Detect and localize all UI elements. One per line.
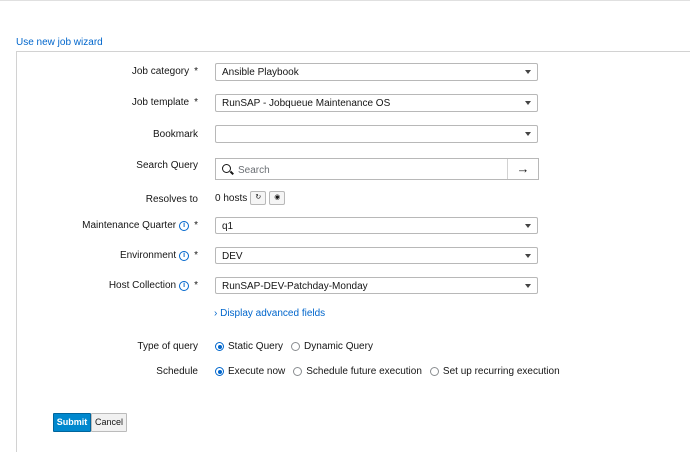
maintenance-quarter-label: Maintenance Quarter i *	[82, 220, 198, 231]
use-new-job-wizard-link[interactable]: Use new job wizard	[16, 37, 103, 48]
required-marker: *	[194, 220, 198, 231]
radio-dynamic-query[interactable]: Dynamic Query	[291, 341, 373, 352]
host-collection-label: Host Collection i *	[109, 280, 198, 291]
environment-select[interactable]: DEV	[215, 247, 538, 264]
chevron-down-icon	[525, 132, 531, 136]
info-icon[interactable]: i	[179, 220, 190, 231]
required-marker: *	[194, 250, 198, 261]
radio-execute-now[interactable]: Execute now	[215, 366, 285, 377]
chevron-down-icon	[525, 101, 531, 105]
type-of-query-radio-group: Static Query Dynamic Query	[215, 341, 381, 352]
top-divider	[0, 0, 690, 1]
required-marker: *	[194, 97, 198, 108]
radio-label: Static Query	[228, 341, 284, 352]
info-icon[interactable]: i	[179, 250, 190, 261]
radio-static-query[interactable]: Static Query	[215, 341, 283, 352]
job-category-select[interactable]: Ansible Playbook	[215, 63, 538, 81]
resolves-to-label-text: Resolves to	[145, 194, 198, 205]
schedule-label-text: Schedule	[156, 366, 198, 377]
radio-recurring[interactable]: Set up recurring execution	[429, 366, 560, 377]
job-category-value: Ansible Playbook	[222, 67, 299, 78]
environment-label: Environment i *	[120, 250, 198, 261]
job-category-label: Job category *	[132, 66, 198, 77]
search-query-box: →	[215, 158, 539, 180]
host-collection-select[interactable]: RunSAP-DEV-Patchday-Monday	[215, 277, 538, 294]
required-marker: *	[194, 66, 198, 77]
display-advanced-fields-link[interactable]: › Display advanced fields	[214, 308, 325, 319]
radio-button[interactable]	[293, 367, 303, 376]
radio-button[interactable]	[429, 367, 439, 376]
environment-label-text: Environment	[119, 250, 177, 261]
host-collection-label-text: Host Collection	[108, 280, 177, 291]
chevron-down-icon	[525, 254, 531, 258]
radio-label: Dynamic Query	[304, 341, 373, 352]
schedule-label: Schedule	[156, 366, 198, 377]
job-template-label-text: Job template	[131, 97, 190, 108]
chevron-down-icon	[525, 284, 531, 288]
radio-label: Set up recurring execution	[442, 366, 560, 377]
radio-button-checked[interactable]	[215, 342, 224, 351]
search-query-label: Search Query	[136, 160, 198, 171]
arrow-right-icon[interactable]: →	[507, 159, 538, 179]
eye-icon[interactable]: ◉	[269, 191, 286, 205]
host-count: 0 hosts	[215, 192, 248, 204]
required-marker: *	[194, 280, 198, 291]
chevron-down-icon	[525, 70, 531, 74]
radio-label: Schedule future execution	[306, 366, 422, 377]
type-of-query-label: Type of query	[137, 341, 198, 352]
bookmark-label-text: Bookmark	[152, 129, 198, 140]
job-template-select[interactable]: RunSAP - Jobqueue Maintenance OS	[215, 94, 538, 112]
job-template-label: Job template *	[132, 97, 198, 108]
schedule-radio-group: Execute now Schedule future execution Se…	[215, 366, 568, 377]
refresh-icon[interactable]: ↻	[250, 191, 267, 205]
type-of-query-label-text: Type of query	[137, 341, 198, 352]
search-icon	[222, 164, 231, 173]
bookmark-select[interactable]	[215, 125, 538, 143]
radio-button[interactable]	[291, 342, 301, 351]
cancel-button[interactable]: Cancel	[91, 413, 127, 432]
host-collection-value: RunSAP-DEV-Patchday-Monday	[222, 281, 368, 292]
resolves-to-label: Resolves to	[146, 194, 198, 205]
maintenance-quarter-value: q1	[222, 221, 234, 232]
job-template-value: RunSAP - Jobqueue Maintenance OS	[222, 98, 391, 109]
radio-button-checked[interactable]	[215, 367, 224, 376]
chevron-down-icon	[525, 224, 531, 228]
radio-schedule-future[interactable]: Schedule future execution	[293, 366, 422, 377]
search-input[interactable]	[236, 161, 500, 179]
maintenance-quarter-label-text: Maintenance Quarter	[82, 220, 177, 231]
radio-label: Execute now	[228, 366, 286, 377]
maintenance-quarter-select[interactable]: q1	[215, 217, 538, 234]
info-icon[interactable]: i	[179, 280, 190, 291]
resolves-to-value-group: 0 hosts ↻ ◉	[215, 191, 286, 205]
bookmark-label: Bookmark	[153, 129, 198, 140]
submit-button[interactable]: Submit	[53, 413, 91, 432]
environment-value: DEV	[222, 251, 243, 262]
advanced-link-text: Display advanced fields	[220, 308, 326, 319]
job-category-label-text: Job category	[131, 66, 190, 77]
search-query-label-text: Search Query	[136, 160, 198, 171]
